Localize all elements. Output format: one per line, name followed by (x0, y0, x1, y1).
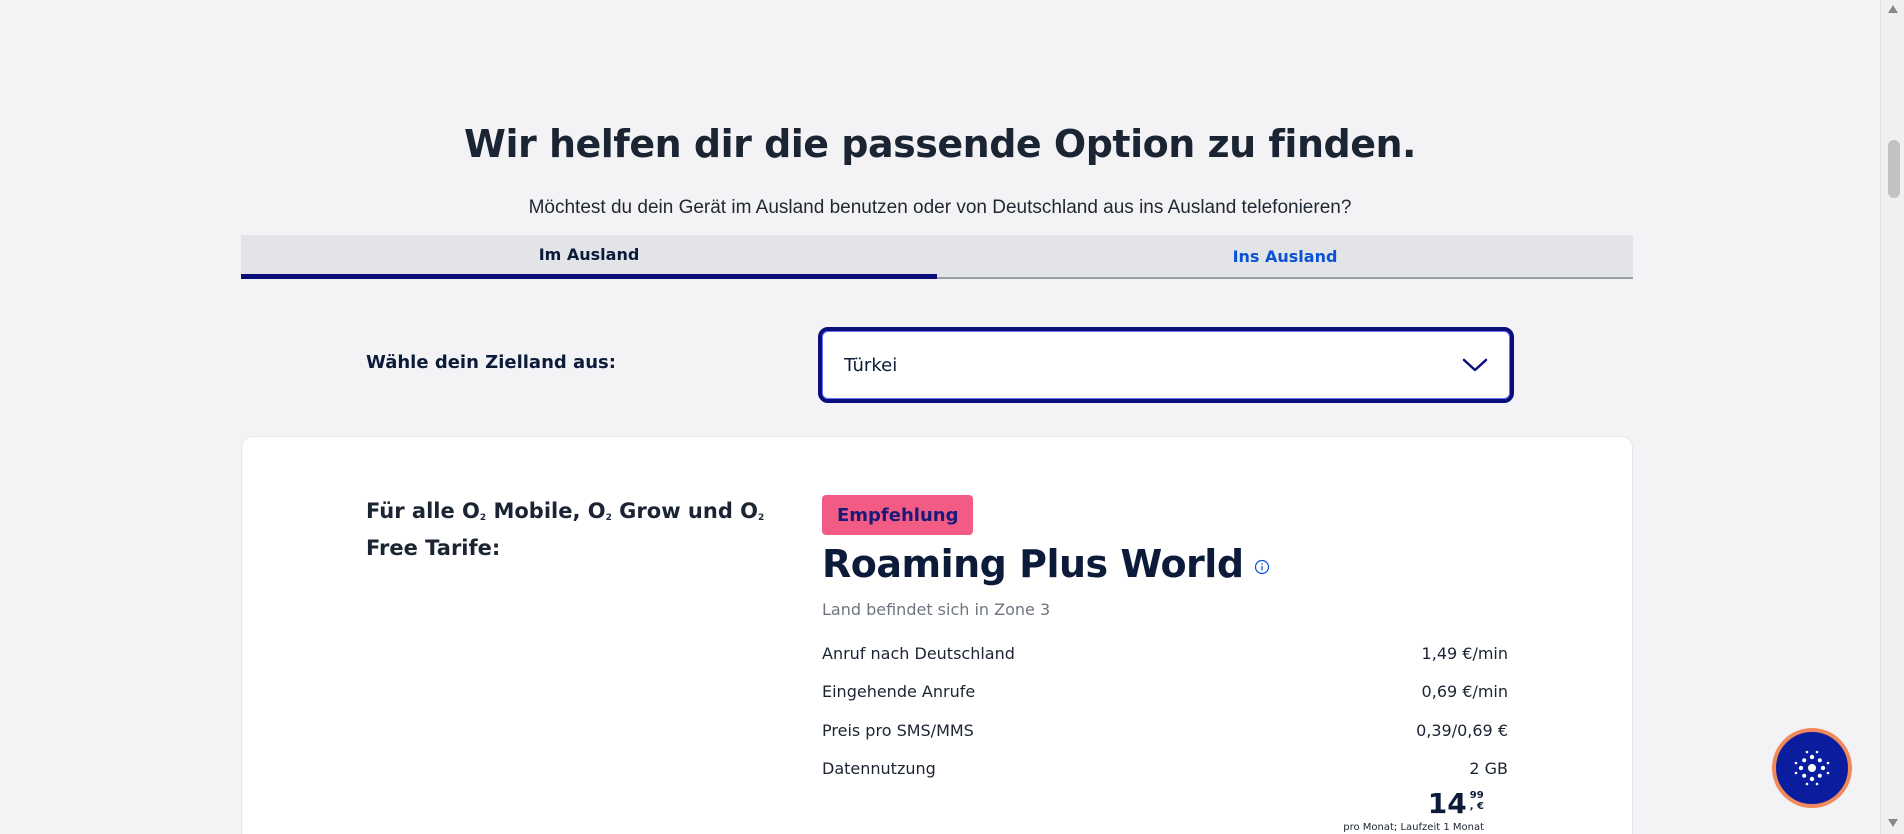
page-title: Wir helfen dir die passende Option zu fi… (464, 122, 1416, 166)
tab-im-ausland[interactable]: Im Ausland (241, 235, 937, 279)
rate-row: Eingehende Anrufe 0,69 €/min (822, 673, 1508, 712)
assistant-icon (1794, 750, 1830, 786)
tariff-text-2: Mobile, O (486, 499, 606, 523)
rate-label: Eingehende Anrufe (822, 682, 976, 702)
rate-value: 0,69 €/min (1421, 682, 1508, 702)
rate-value: 2 GB (1469, 759, 1508, 779)
tariff-eligibility: Für alle O2 Mobile, O2 Grow und O2 Free … (366, 496, 786, 563)
chat-assistant-button[interactable] (1772, 728, 1852, 808)
price-side: 99 , € (1470, 790, 1484, 812)
tariff-text-4: Free Tarife: (366, 536, 501, 560)
destination-select[interactable]: Türkei (818, 327, 1514, 403)
chevron-down-icon (1462, 358, 1488, 372)
o2-subscript: 2 (758, 513, 765, 523)
price-note: pro Monat; Laufzeit 1 Monat (1343, 822, 1484, 833)
scroll-thumb[interactable] (1888, 140, 1900, 198)
price-cents: 99 (1469, 790, 1484, 801)
rate-row: Anruf nach Deutschland 1,49 €/min (822, 634, 1508, 673)
destination-select-value: Türkei (844, 354, 898, 376)
info-icon[interactable] (1254, 559, 1270, 575)
recommendation-badge: Empfehlung (822, 495, 974, 535)
product-title: Roaming Plus World (822, 542, 1270, 586)
price-main: 14 (1427, 787, 1467, 820)
rate-value: 1,49 €/min (1421, 643, 1508, 663)
rate-label: Anruf nach Deutschland (822, 643, 1015, 663)
product-title-text: Roaming Plus World (822, 542, 1244, 586)
tab-bar: Im Ausland Ins Ausland (241, 235, 1633, 279)
rate-label: Preis pro SMS/MMS (822, 720, 974, 740)
price: 14 99 , € (1428, 790, 1484, 818)
destination-label: Wähle dein Zielland aus: (366, 352, 616, 373)
zone-info: Land befindet sich in Zone 3 (822, 600, 1051, 619)
scroll-up-icon[interactable] (1887, 4, 1899, 14)
page: Wir helfen dir die passende Option zu fi… (0, 0, 1880, 834)
page-subtitle: Möchtest du dein Gerät im Ausland benutz… (528, 197, 1352, 218)
vertical-scrollbar[interactable] (1880, 0, 1904, 834)
rate-value: 0,39/0,69 € (1416, 720, 1508, 740)
scroll-down-icon[interactable] (1887, 818, 1899, 828)
price-currency: , € (1469, 801, 1484, 812)
rate-row: Preis pro SMS/MMS 0,39/0,69 € (822, 711, 1508, 750)
rate-label: Datennutzung (822, 759, 936, 779)
tab-ins-ausland[interactable]: Ins Ausland (937, 235, 1633, 279)
rate-row: Datennutzung 2 GB (822, 750, 1508, 789)
tariff-text-3: Grow und O (611, 499, 759, 523)
rates-list: Anruf nach Deutschland 1,49 €/min Eingeh… (822, 634, 1508, 788)
tariff-text-1: Für alle O (366, 499, 480, 523)
